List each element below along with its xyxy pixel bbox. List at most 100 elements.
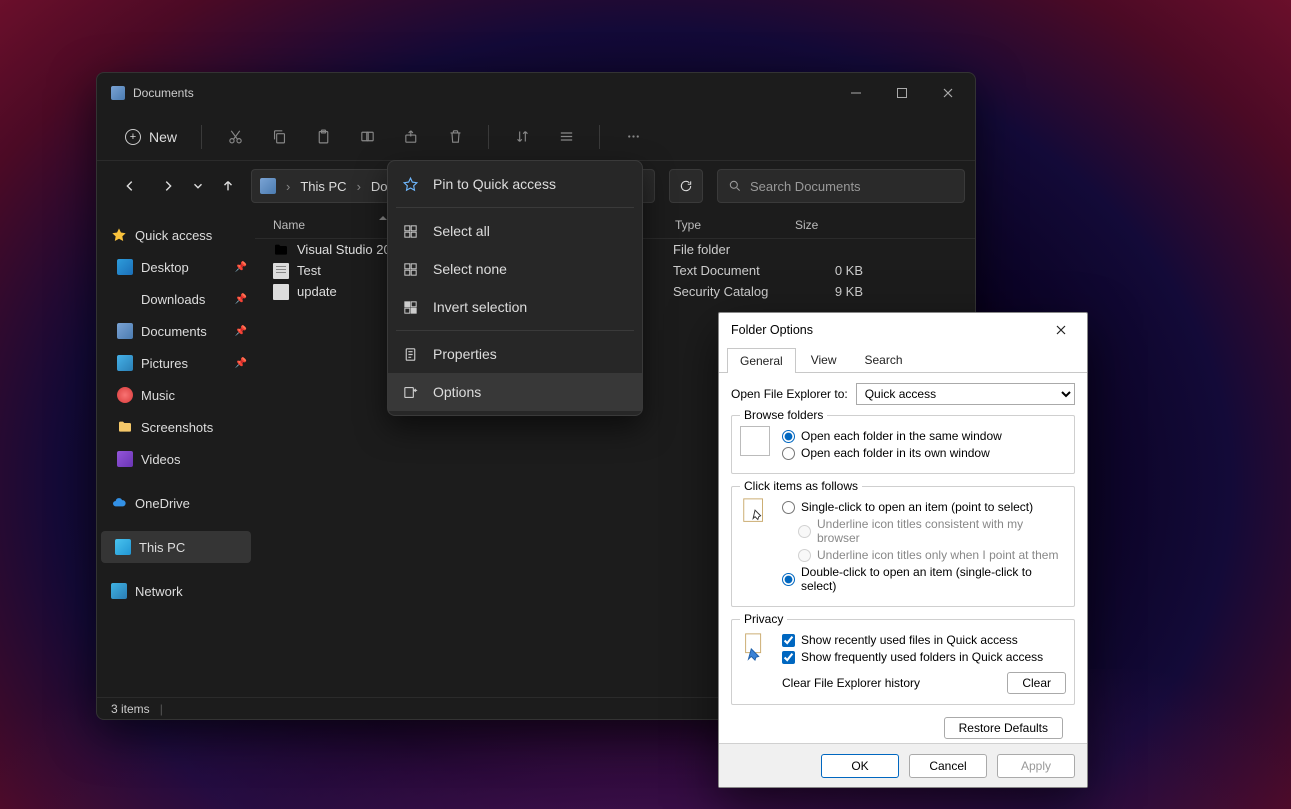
search-icon (728, 179, 742, 193)
ctx-select-all[interactable]: Select all (388, 212, 642, 250)
chevron-right-icon: › (286, 179, 290, 194)
pc-icon (115, 539, 131, 555)
sidebar: Quick access Desktop📌 Downloads📌 Documen… (97, 211, 255, 700)
sidebar-item-videos[interactable]: Videos (97, 443, 255, 475)
minimize-button[interactable] (833, 73, 879, 113)
clear-history-label: Clear File Explorer history (782, 676, 920, 690)
folder-icon (273, 242, 289, 258)
apply-button[interactable]: Apply (997, 754, 1075, 778)
ok-button[interactable]: OK (821, 754, 899, 778)
privacy-group: Privacy Show recently used files in Quic… (731, 619, 1075, 705)
titlebar[interactable]: Documents (97, 73, 975, 113)
label: Downloads (141, 292, 205, 307)
tab-general[interactable]: General (727, 348, 796, 373)
sidebar-item-documents[interactable]: Documents📌 (97, 315, 255, 347)
label: Select all (433, 223, 490, 239)
ctx-properties[interactable]: Properties (388, 335, 642, 373)
up-button[interactable] (213, 171, 243, 201)
label: This PC (139, 540, 185, 555)
breadcrumb-root[interactable]: This PC (300, 179, 346, 194)
radio-double-click[interactable]: Double-click to open an item (single-cli… (782, 565, 1066, 593)
clear-button[interactable]: Clear (1007, 672, 1066, 694)
ctx-pin-quick-access[interactable]: Pin to Quick access (388, 165, 642, 203)
videos-icon (117, 451, 133, 467)
dialog-title: Folder Options (731, 323, 813, 337)
browse-folders-group: Browse folders Open each folder in the s… (731, 415, 1075, 474)
check-show-frequent[interactable]: Show frequently used folders in Quick ac… (782, 650, 1066, 664)
open-to-select[interactable]: Quick access (856, 383, 1075, 405)
open-to-label: Open File Explorer to: (731, 387, 848, 401)
share-button[interactable] (394, 120, 428, 154)
sidebar-item-downloads[interactable]: Downloads📌 (97, 283, 255, 315)
refresh-button[interactable] (669, 169, 703, 203)
recent-button[interactable] (191, 171, 205, 201)
label: Options (433, 384, 481, 400)
sidebar-item-pictures[interactable]: Pictures📌 (97, 347, 255, 379)
label: Invert selection (433, 299, 527, 315)
toolbar: + New (97, 113, 975, 161)
cancel-button[interactable]: Cancel (909, 754, 987, 778)
column-size[interactable]: Size (795, 218, 835, 232)
label: OneDrive (135, 496, 190, 511)
dialog-close-button[interactable] (1043, 316, 1079, 344)
radio-same-window[interactable]: Open each folder in the same window (782, 429, 1066, 443)
browse-illustration-icon (740, 426, 770, 456)
sidebar-network[interactable]: Network (97, 575, 255, 607)
sidebar-item-desktop[interactable]: Desktop📌 (97, 251, 255, 283)
download-icon (117, 291, 133, 307)
dialog-button-row: OK Cancel Apply (719, 743, 1087, 787)
documents-icon (260, 178, 276, 194)
sidebar-item-screenshots[interactable]: Screenshots (97, 411, 255, 443)
radio-single-click[interactable]: Single-click to open an item (point to s… (782, 500, 1066, 514)
close-button[interactable] (925, 73, 971, 113)
status-text: 3 items (111, 702, 150, 716)
file-name: update (297, 284, 337, 299)
ctx-invert-selection[interactable]: Invert selection (388, 288, 642, 326)
sort-button[interactable] (505, 120, 539, 154)
star-icon (402, 176, 419, 193)
label: Music (141, 388, 175, 403)
click-items-group: Click items as follows Single-click to o… (731, 486, 1075, 607)
onedrive-icon (111, 495, 127, 511)
separator (396, 330, 634, 331)
sidebar-item-music[interactable]: Music (97, 379, 255, 411)
cut-button[interactable] (218, 120, 252, 154)
copy-button[interactable] (262, 120, 296, 154)
more-button[interactable] (616, 120, 650, 154)
ctx-options[interactable]: Options (388, 373, 642, 411)
radio-own-window[interactable]: Open each folder in its own window (782, 446, 1066, 460)
dialog-titlebar[interactable]: Folder Options (719, 313, 1087, 347)
documents-icon (117, 323, 133, 339)
dialog-tabs: General View Search (719, 345, 1087, 373)
back-button[interactable] (115, 171, 145, 201)
paste-button[interactable] (306, 120, 340, 154)
new-button[interactable]: + New (117, 120, 185, 154)
radio-underline-browser: Underline icon titles consistent with my… (798, 517, 1066, 545)
maximize-button[interactable] (879, 73, 925, 113)
sidebar-onedrive[interactable]: OneDrive (97, 487, 255, 519)
column-type[interactable]: Type (675, 218, 795, 232)
label: Pin to Quick access (433, 176, 556, 192)
label: Desktop (141, 260, 189, 275)
forward-button[interactable] (153, 171, 183, 201)
label: Screenshots (141, 420, 213, 435)
rename-button[interactable] (350, 120, 384, 154)
search-input[interactable]: Search Documents (717, 169, 965, 203)
delete-button[interactable] (438, 120, 472, 154)
ctx-select-none[interactable]: Select none (388, 250, 642, 288)
folder-icon (117, 419, 133, 435)
tab-search[interactable]: Search (852, 347, 916, 372)
check-show-recent[interactable]: Show recently used files in Quick access (782, 633, 1066, 647)
view-button[interactable] (549, 120, 583, 154)
divider (488, 125, 489, 149)
text-file-icon (273, 263, 289, 279)
restore-defaults-button[interactable]: Restore Defaults (944, 717, 1063, 739)
sidebar-this-pc[interactable]: This PC (101, 531, 251, 563)
label: Pictures (141, 356, 188, 371)
documents-icon (111, 86, 125, 100)
file-name: Test (297, 263, 321, 278)
tab-view[interactable]: View (798, 347, 850, 372)
privacy-illustration-icon (740, 630, 770, 660)
label: Quick access (135, 228, 212, 243)
sidebar-quick-access[interactable]: Quick access (97, 219, 255, 251)
